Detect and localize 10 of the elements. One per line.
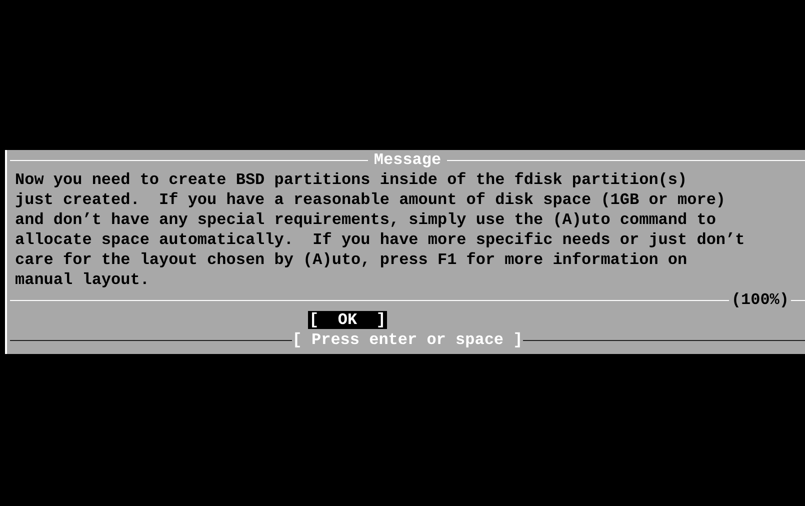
dialog-title: Message	[372, 151, 442, 169]
hint-text: [ Press enter or space ]	[292, 331, 523, 349]
ok-button[interactable]: [ OK ]	[308, 311, 387, 329]
message-text: manual layout.	[14, 270, 150, 290]
message-text: care for the layout chosen by (A)uto, press F1 for more information on	[14, 250, 688, 270]
progress-percent: (100%)	[730, 291, 790, 309]
message-text: Now you need to create BSD partitions inside of the fdisk partition(s)	[14, 170, 688, 190]
message-text: and don’t have any special requirements, simply use the (A)uto command to	[14, 210, 717, 230]
message-text: allocate space automatically. If you have more specific needs or just don’t	[14, 230, 746, 250]
message-text: just created. If you have a reasonable amount of disk space (1GB or more)	[14, 190, 727, 210]
